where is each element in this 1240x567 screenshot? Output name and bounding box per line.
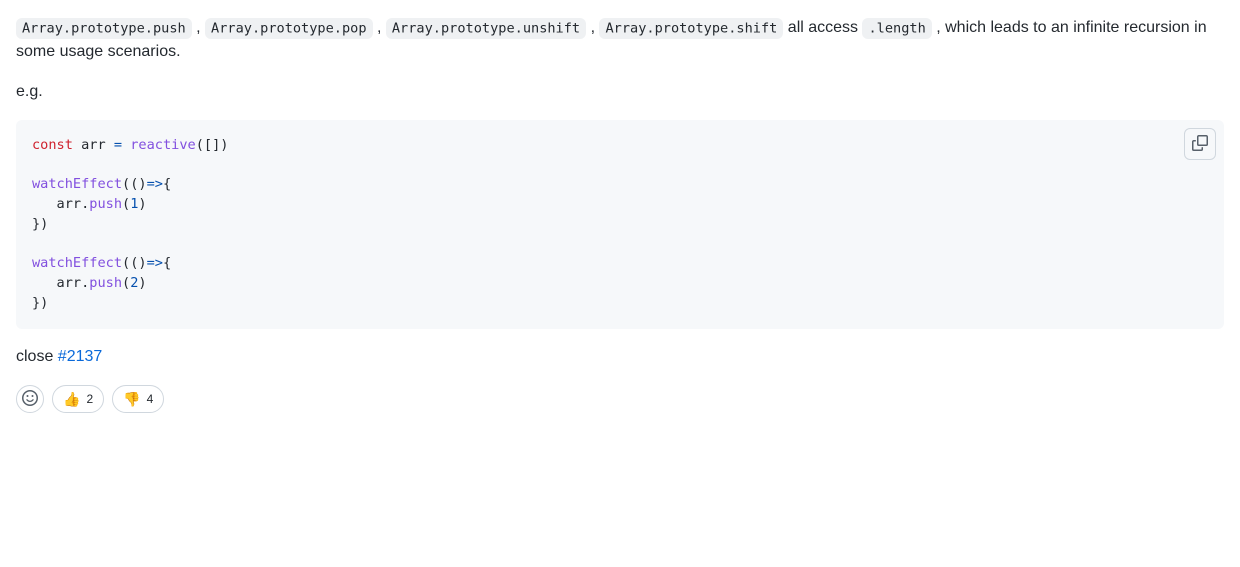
issue-link[interactable]: #2137 [58,348,103,365]
smiley-icon [22,390,38,409]
thumbs-down-icon: 👎 [123,392,140,406]
code-push: Array.prototype.push [16,18,192,39]
thumbs-up-count: 2 [86,392,93,406]
thumbs-down-reaction[interactable]: 👎 4 [112,385,164,413]
close-reference: close #2137 [16,345,1224,369]
code-pop: Array.prototype.pop [205,18,373,39]
paragraph-description: Array.prototype.push , Array.prototype.p… [16,16,1224,64]
comment-body: Array.prototype.push , Array.prototype.p… [16,16,1224,413]
thumbs-up-icon: 👍 [63,392,80,406]
copy-button[interactable] [1184,128,1216,160]
code-block-container: const arr = reactive([]) watchEffect(()=… [16,120,1224,329]
copy-icon [1192,135,1208,154]
reactions-bar: 👍 2 👎 4 [16,385,1224,413]
thumbs-down-count: 4 [147,392,154,406]
code-length: .length [862,18,931,39]
add-reaction-button[interactable] [16,385,44,413]
code-block: const arr = reactive([]) watchEffect(()=… [16,120,1224,329]
code-shift: Array.prototype.shift [599,18,783,39]
code-unshift: Array.prototype.unshift [386,18,586,39]
thumbs-up-reaction[interactable]: 👍 2 [52,385,104,413]
example-label: e.g. [16,80,1224,104]
